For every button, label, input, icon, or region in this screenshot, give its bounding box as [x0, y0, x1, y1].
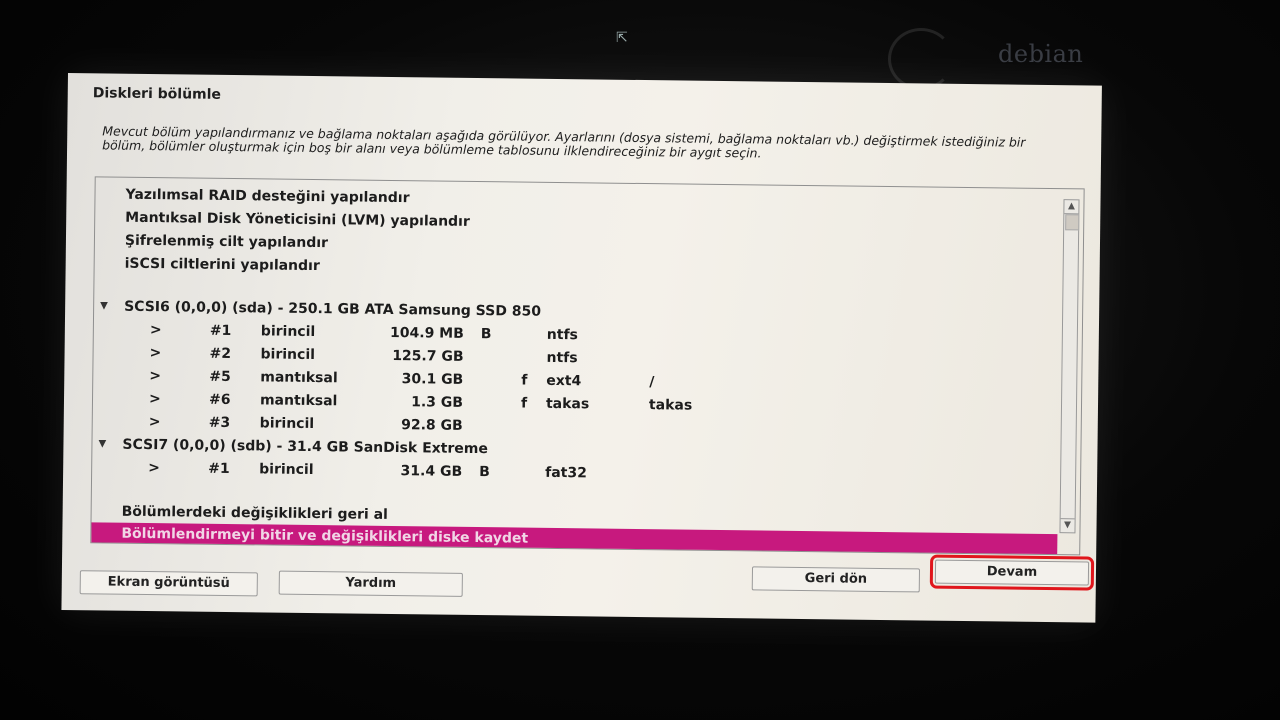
- partition-type: mantıksal: [259, 392, 338, 410]
- partition-size: 30.1 GB: [401, 371, 464, 388]
- partition-size: 1.3 GB: [411, 394, 464, 411]
- continue-button[interactable]: Devam: [929, 554, 1095, 591]
- list-item-label: Bölümlendirmeyi bitir ve değişiklikleri …: [121, 525, 529, 547]
- partition-size: 125.7 GB: [392, 347, 464, 365]
- back-button[interactable]: Geri dön: [751, 566, 921, 593]
- scroll-down-arrow-icon[interactable]: ▼: [1060, 518, 1075, 533]
- mouse-pointer-icon: ⇱: [616, 30, 628, 46]
- partition-filesystem: fat32: [545, 464, 587, 482]
- list-item-label: iSCSI ciltlerini yapılandır: [124, 255, 320, 275]
- partition-type: birincil: [260, 346, 316, 364]
- partition-list[interactable]: Yazılımsal RAID desteğini yapılandır Man…: [90, 176, 1085, 556]
- debian-swirl-icon: [888, 28, 954, 90]
- partition-flag-format: f: [521, 372, 528, 389]
- partition-mount: /: [649, 374, 655, 391]
- partition-flag-format: f: [520, 395, 528, 412]
- partition-mount: takas: [648, 397, 693, 414]
- partition-type: birincil: [259, 461, 314, 479]
- collapse-triangle-icon: ▼: [98, 438, 107, 450]
- partition-arrow: >: [148, 414, 161, 431]
- scrollbar-thumb[interactable]: [1065, 214, 1080, 231]
- partition-number: #5: [209, 368, 231, 386]
- installer-window: Diskleri bölümle Mevcut bölüm yapılandır…: [61, 73, 1102, 623]
- partition-filesystem: ext4: [546, 372, 582, 390]
- disk-label: SCSI7 (0,0,0) (sdb) - 31.4 GB SanDisk Ex…: [122, 436, 488, 458]
- screenshot-button[interactable]: Ekran görüntüsü: [79, 570, 258, 597]
- partition-size: 92.8 GB: [401, 417, 463, 434]
- partition-number: #1: [208, 460, 230, 478]
- partition-arrow: >: [149, 368, 162, 385]
- list-item-label: Şifrelenmiş cilt yapılandır: [124, 232, 329, 252]
- partition-arrow: >: [149, 322, 162, 339]
- partition-arrow: >: [148, 460, 161, 477]
- help-button[interactable]: Yardım: [278, 570, 463, 597]
- scroll-up-arrow-icon[interactable]: ▲: [1064, 200, 1079, 215]
- debian-logo: debian: [888, 28, 1088, 90]
- partition-size: 31.4 GB: [400, 463, 463, 480]
- list-item-label: Mantıksal Disk Yöneticisini (LVM) yapıla…: [125, 209, 470, 230]
- partition-filesystem: ntfs: [546, 326, 579, 344]
- partition-filesystem: takas: [545, 395, 590, 413]
- window-description: Mevcut bölüm yapılandırmanız ve bağlama …: [102, 123, 1026, 161]
- partition-number: #3: [208, 414, 231, 432]
- partition-flag-boot: B: [479, 464, 490, 481]
- partition-number: #2: [209, 345, 232, 363]
- partition-arrow: >: [149, 345, 162, 362]
- list-scrollbar[interactable]: ▲ ▼: [1059, 199, 1080, 534]
- collapse-triangle-icon: ▼: [100, 300, 108, 312]
- debian-wordmark: debian: [998, 40, 1084, 68]
- window-title: Diskleri bölümle: [92, 85, 222, 103]
- list-item-label: Bölümlerdeki değişiklikleri geri al: [121, 503, 388, 523]
- partition-filesystem: ntfs: [546, 349, 578, 367]
- partition-size: 104.9 MB: [389, 324, 464, 342]
- partition-type: birincil: [259, 415, 315, 433]
- partition-type: mantıksal: [260, 369, 338, 387]
- partition-number: #1: [209, 322, 232, 340]
- partition-flag-boot: B: [480, 326, 492, 343]
- partition-arrow: >: [148, 391, 161, 408]
- partition-number: #6: [208, 391, 231, 409]
- partition-type: birincil: [260, 323, 316, 341]
- list-item-label: Yazılımsal RAID desteğini yapılandır: [125, 186, 410, 207]
